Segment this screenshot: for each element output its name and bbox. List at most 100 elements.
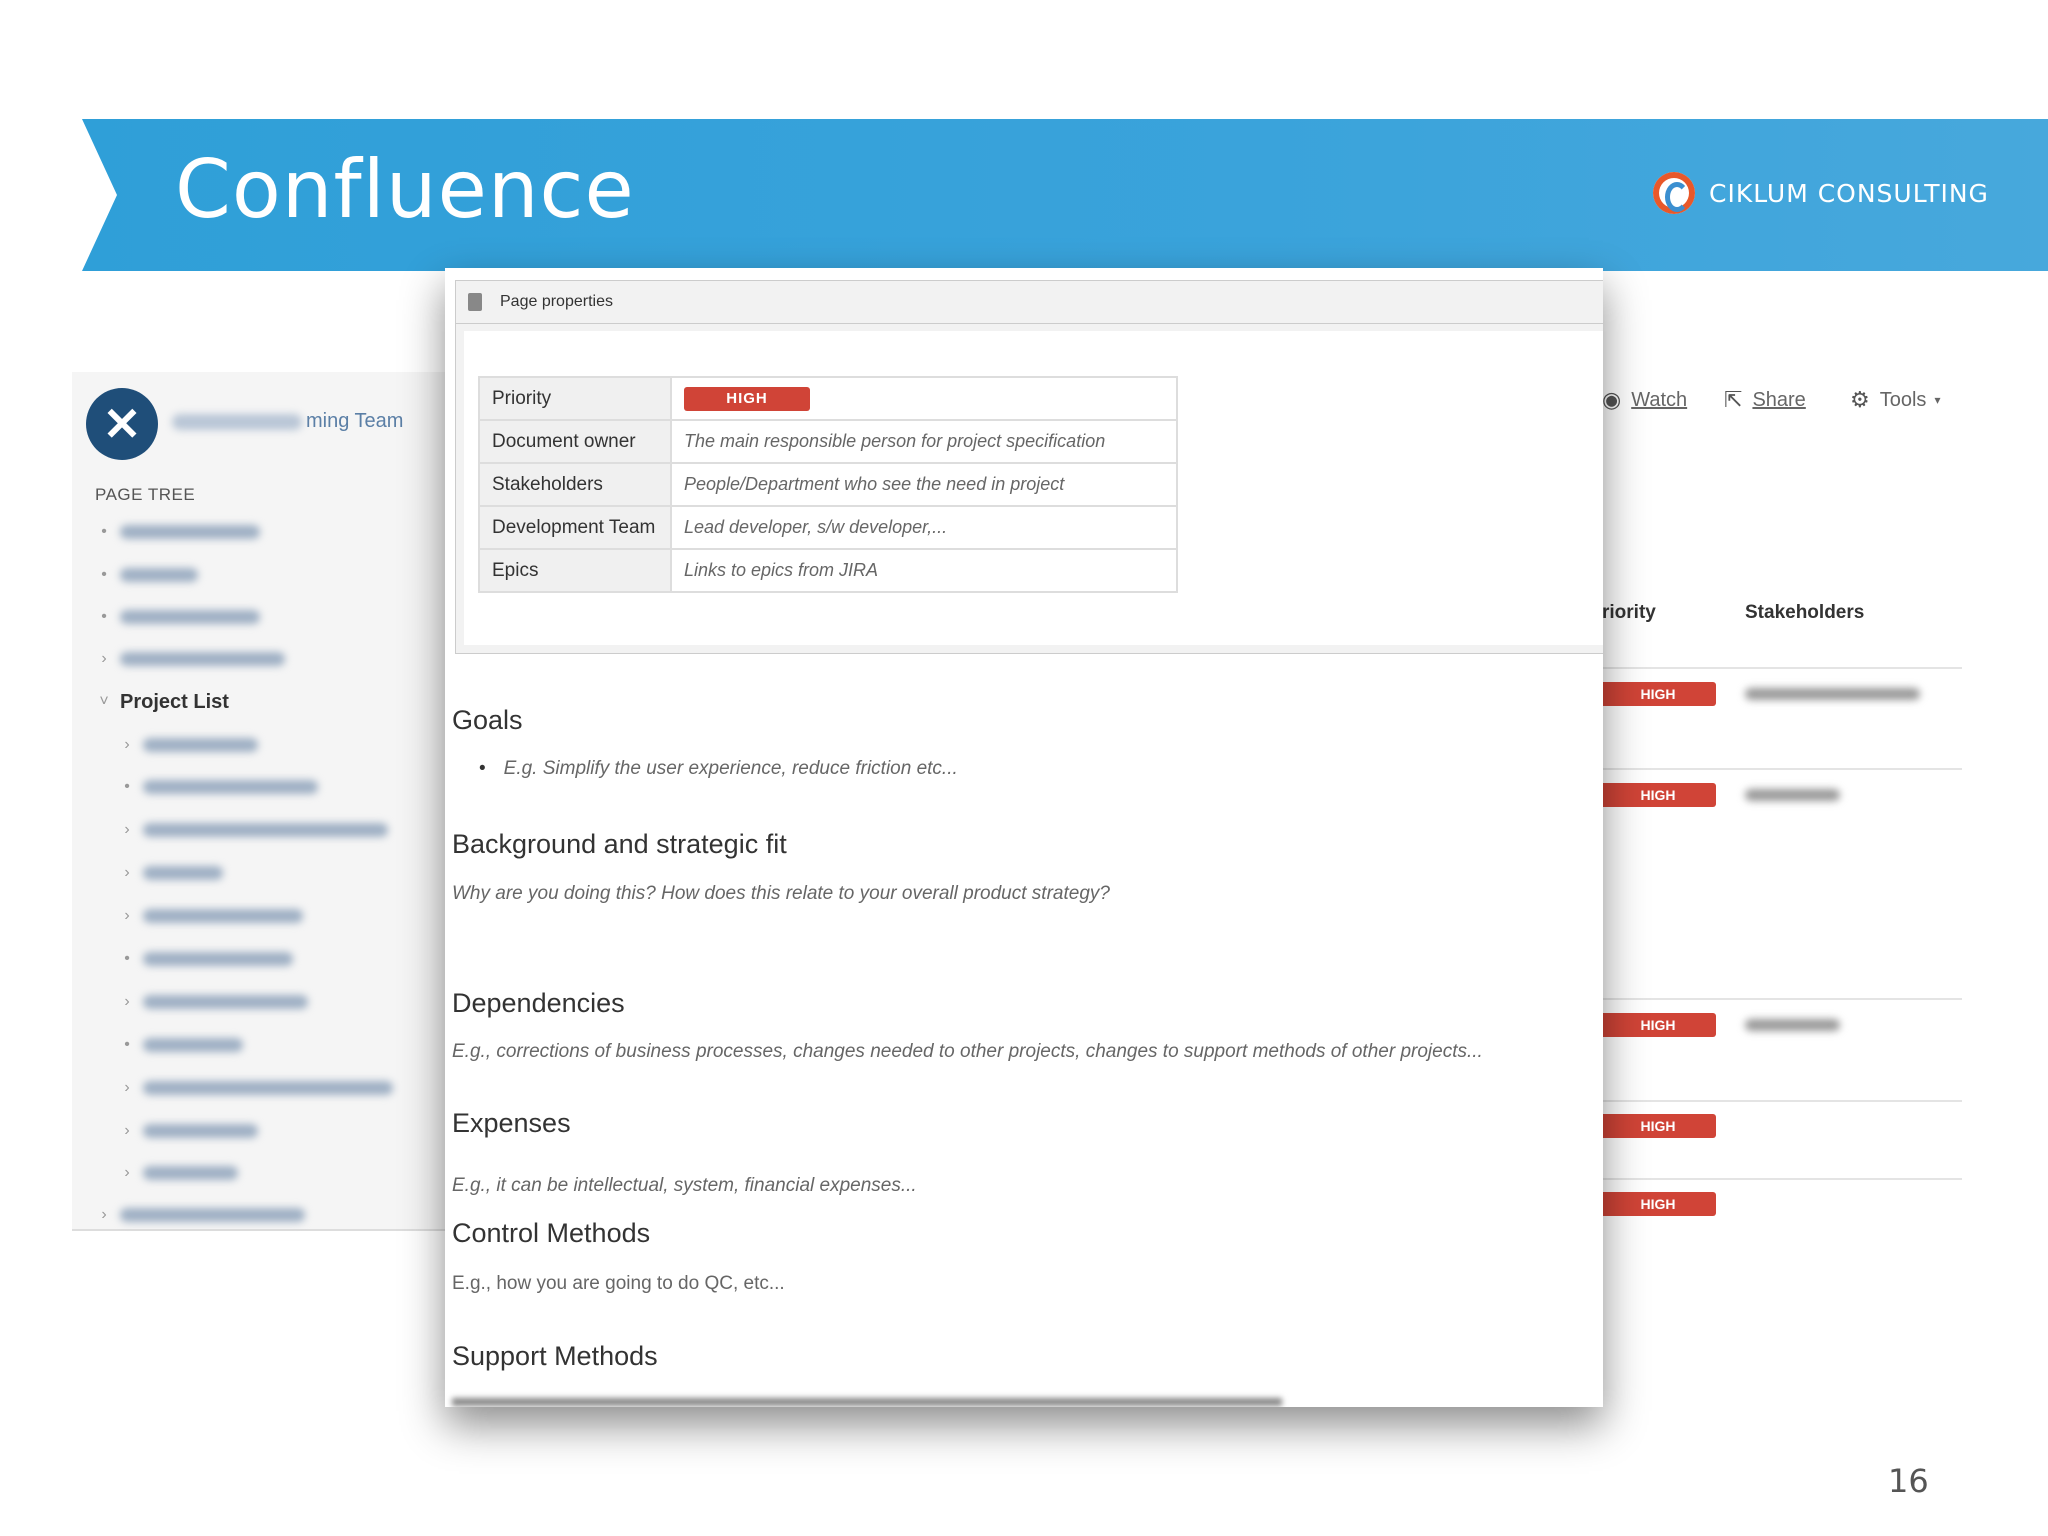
tree-item[interactable]: › — [117, 730, 258, 760]
blurred-stakeholder — [1745, 1019, 1840, 1031]
tree-item[interactable]: › — [117, 815, 388, 845]
table-row: Stakeholders People/Department who see t… — [478, 462, 1178, 507]
table-row: Document owner The main responsible pers… — [478, 419, 1178, 464]
priority-badge: HIGH — [1600, 783, 1716, 807]
priority-badge: HIGH — [1600, 1013, 1716, 1037]
page-template-panel: Page properties Priority HIGH Document o… — [445, 268, 1603, 1407]
chevron-right-icon: › — [101, 1206, 107, 1223]
table-row: Epics Links to epics from JIRA — [478, 548, 1178, 593]
property-key: Epics — [478, 548, 672, 593]
blurred-text — [120, 610, 260, 624]
page-properties-title: Page properties — [500, 293, 613, 310]
tree-item[interactable]: › — [117, 987, 308, 1017]
blurred-text — [143, 995, 308, 1009]
chevron-right-icon: › — [124, 1079, 130, 1096]
row-divider — [1600, 667, 1962, 669]
blurred-text — [172, 413, 302, 430]
page-properties-macro: Page properties Priority HIGH Document o… — [455, 280, 1603, 654]
blurred-text — [143, 1038, 243, 1052]
chevron-right-icon: › — [101, 650, 107, 667]
blurred-stakeholder — [1745, 789, 1840, 801]
column-header-priority: riority — [1602, 602, 1656, 623]
space-name[interactable]: ming Team — [172, 410, 403, 433]
property-key: Document owner — [478, 419, 672, 464]
bullet-icon: • — [124, 950, 130, 967]
chevron-right-icon: › — [124, 907, 130, 924]
tree-item[interactable]: • — [94, 602, 260, 632]
tree-item[interactable]: › — [117, 1116, 258, 1146]
chevron-right-icon: › — [124, 993, 130, 1010]
brand-name: CIKLUM CONSULTING — [1709, 178, 1989, 208]
tree-item[interactable]: › — [117, 1073, 393, 1103]
chevron-down-icon: ˅ — [99, 693, 109, 710]
share-button[interactable]: ⇱ Share — [1724, 387, 1806, 413]
cut-off-text — [452, 1398, 1282, 1406]
tree-item[interactable]: • — [117, 1030, 243, 1060]
tree-item[interactable]: • — [117, 772, 318, 802]
tree-item[interactable]: • — [94, 560, 198, 590]
row-divider — [1600, 768, 1962, 770]
bullet-icon: • — [124, 778, 130, 795]
tree-item[interactable]: • — [94, 517, 260, 547]
control-methods-text[interactable]: E.g., how you are going to do QC, etc... — [452, 1273, 785, 1295]
control-methods-heading: Control Methods — [452, 1218, 651, 1248]
blurred-text — [120, 525, 260, 539]
gear-icon: ⚙ — [1850, 387, 1870, 412]
table-row: Priority HIGH — [478, 376, 1178, 421]
property-value[interactable]: Links to epics from JIRA — [670, 548, 1178, 593]
watch-button[interactable]: ◉ Watch — [1602, 387, 1687, 413]
blurred-text — [143, 738, 258, 752]
tree-item[interactable]: › — [94, 1200, 305, 1230]
slide-page-number: 16 — [1888, 1462, 1929, 1500]
property-value[interactable]: Lead developer, s/w developer,... — [670, 505, 1178, 550]
blurred-text — [143, 1081, 393, 1095]
slide-title: Confluence — [175, 143, 635, 236]
property-value[interactable]: The main responsible person for project … — [670, 419, 1178, 464]
tools-button[interactable]: ⚙ Tools ▾ — [1850, 387, 1940, 413]
bullet-icon: • — [124, 1036, 130, 1053]
chevron-right-icon: › — [124, 736, 130, 753]
space-logo-icon[interactable]: ✕ — [86, 388, 158, 460]
brand: CIKLUM CONSULTING — [1653, 172, 1989, 214]
priority-badge: HIGH — [1600, 1114, 1716, 1138]
expenses-text[interactable]: E.g., it can be intellectual, system, fi… — [452, 1175, 917, 1197]
blurred-text — [120, 568, 198, 582]
tree-item-project-list[interactable]: ˅ Project List — [94, 687, 229, 717]
eye-icon: ◉ — [1602, 387, 1622, 412]
blurred-text — [143, 1166, 238, 1180]
tree-item[interactable]: › — [117, 901, 303, 931]
column-header-stakeholders: Stakeholders — [1745, 602, 1865, 623]
bullet-icon: • — [101, 523, 107, 540]
chevron-right-icon: › — [124, 821, 130, 838]
goals-heading: Goals — [452, 705, 523, 735]
chevron-right-icon: › — [124, 864, 130, 881]
property-key: Priority — [478, 376, 672, 421]
property-key: Stakeholders — [478, 462, 672, 507]
blurred-text — [143, 909, 303, 923]
chevron-right-icon: › — [124, 1122, 130, 1139]
priority-badge: HIGH — [1600, 682, 1716, 706]
tree-item[interactable]: › — [94, 644, 285, 674]
background-heading: Background and strategic fit — [452, 829, 787, 859]
page-properties-header: Page properties — [456, 281, 1603, 324]
bullet-icon: • — [101, 608, 107, 625]
bullet-icon: • — [101, 566, 107, 583]
property-value[interactable]: People/Department who see the need in pr… — [670, 462, 1178, 507]
row-divider — [1600, 1100, 1962, 1102]
properties-table: Priority HIGH Document owner The main re… — [478, 376, 1178, 593]
property-key: Development Team — [478, 505, 672, 550]
blurred-text — [120, 1208, 305, 1222]
goals-bullet[interactable]: E.g. Simplify the user experience, reduc… — [479, 758, 958, 780]
blurred-text — [143, 952, 293, 966]
blurred-text — [143, 1124, 258, 1138]
blurred-text — [143, 823, 388, 837]
background-text[interactable]: Why are you doing this? How does this re… — [452, 883, 1110, 905]
blurred-stakeholder — [1745, 688, 1920, 700]
dependencies-text[interactable]: E.g., corrections of business processes,… — [452, 1041, 1483, 1063]
tree-item[interactable]: › — [117, 1158, 238, 1188]
tree-item[interactable]: › — [117, 858, 223, 888]
tree-item[interactable]: • — [117, 944, 293, 974]
page-properties-icon — [468, 293, 482, 311]
support-methods-heading: Support Methods — [452, 1341, 658, 1371]
page-properties-body: Priority HIGH Document owner The main re… — [464, 331, 1603, 645]
